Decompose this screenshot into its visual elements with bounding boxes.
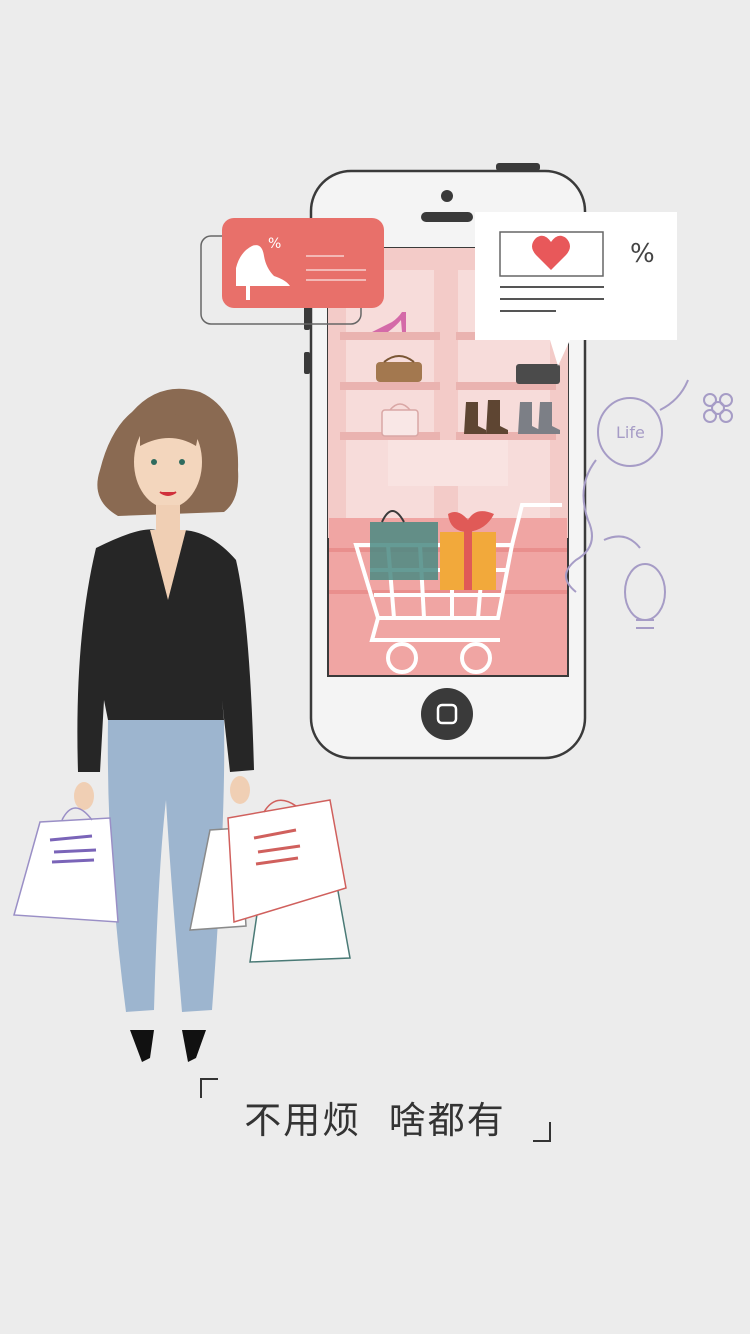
woman-shopper-illustration bbox=[74, 388, 254, 1062]
bracket-close-icon bbox=[533, 1122, 551, 1142]
slogan: 不用烦 啥都有 bbox=[0, 1078, 750, 1148]
splash-screen: % % Life 不用烦 啥都有 bbox=[0, 0, 750, 1334]
doodle-decoration: Life bbox=[565, 379, 733, 629]
percent-badge-right: % bbox=[630, 239, 655, 269]
percent-badge-left: % bbox=[268, 236, 281, 252]
slogan-text: 不用烦 啥都有 bbox=[244, 1099, 506, 1142]
doodle-label: Life bbox=[616, 423, 645, 442]
